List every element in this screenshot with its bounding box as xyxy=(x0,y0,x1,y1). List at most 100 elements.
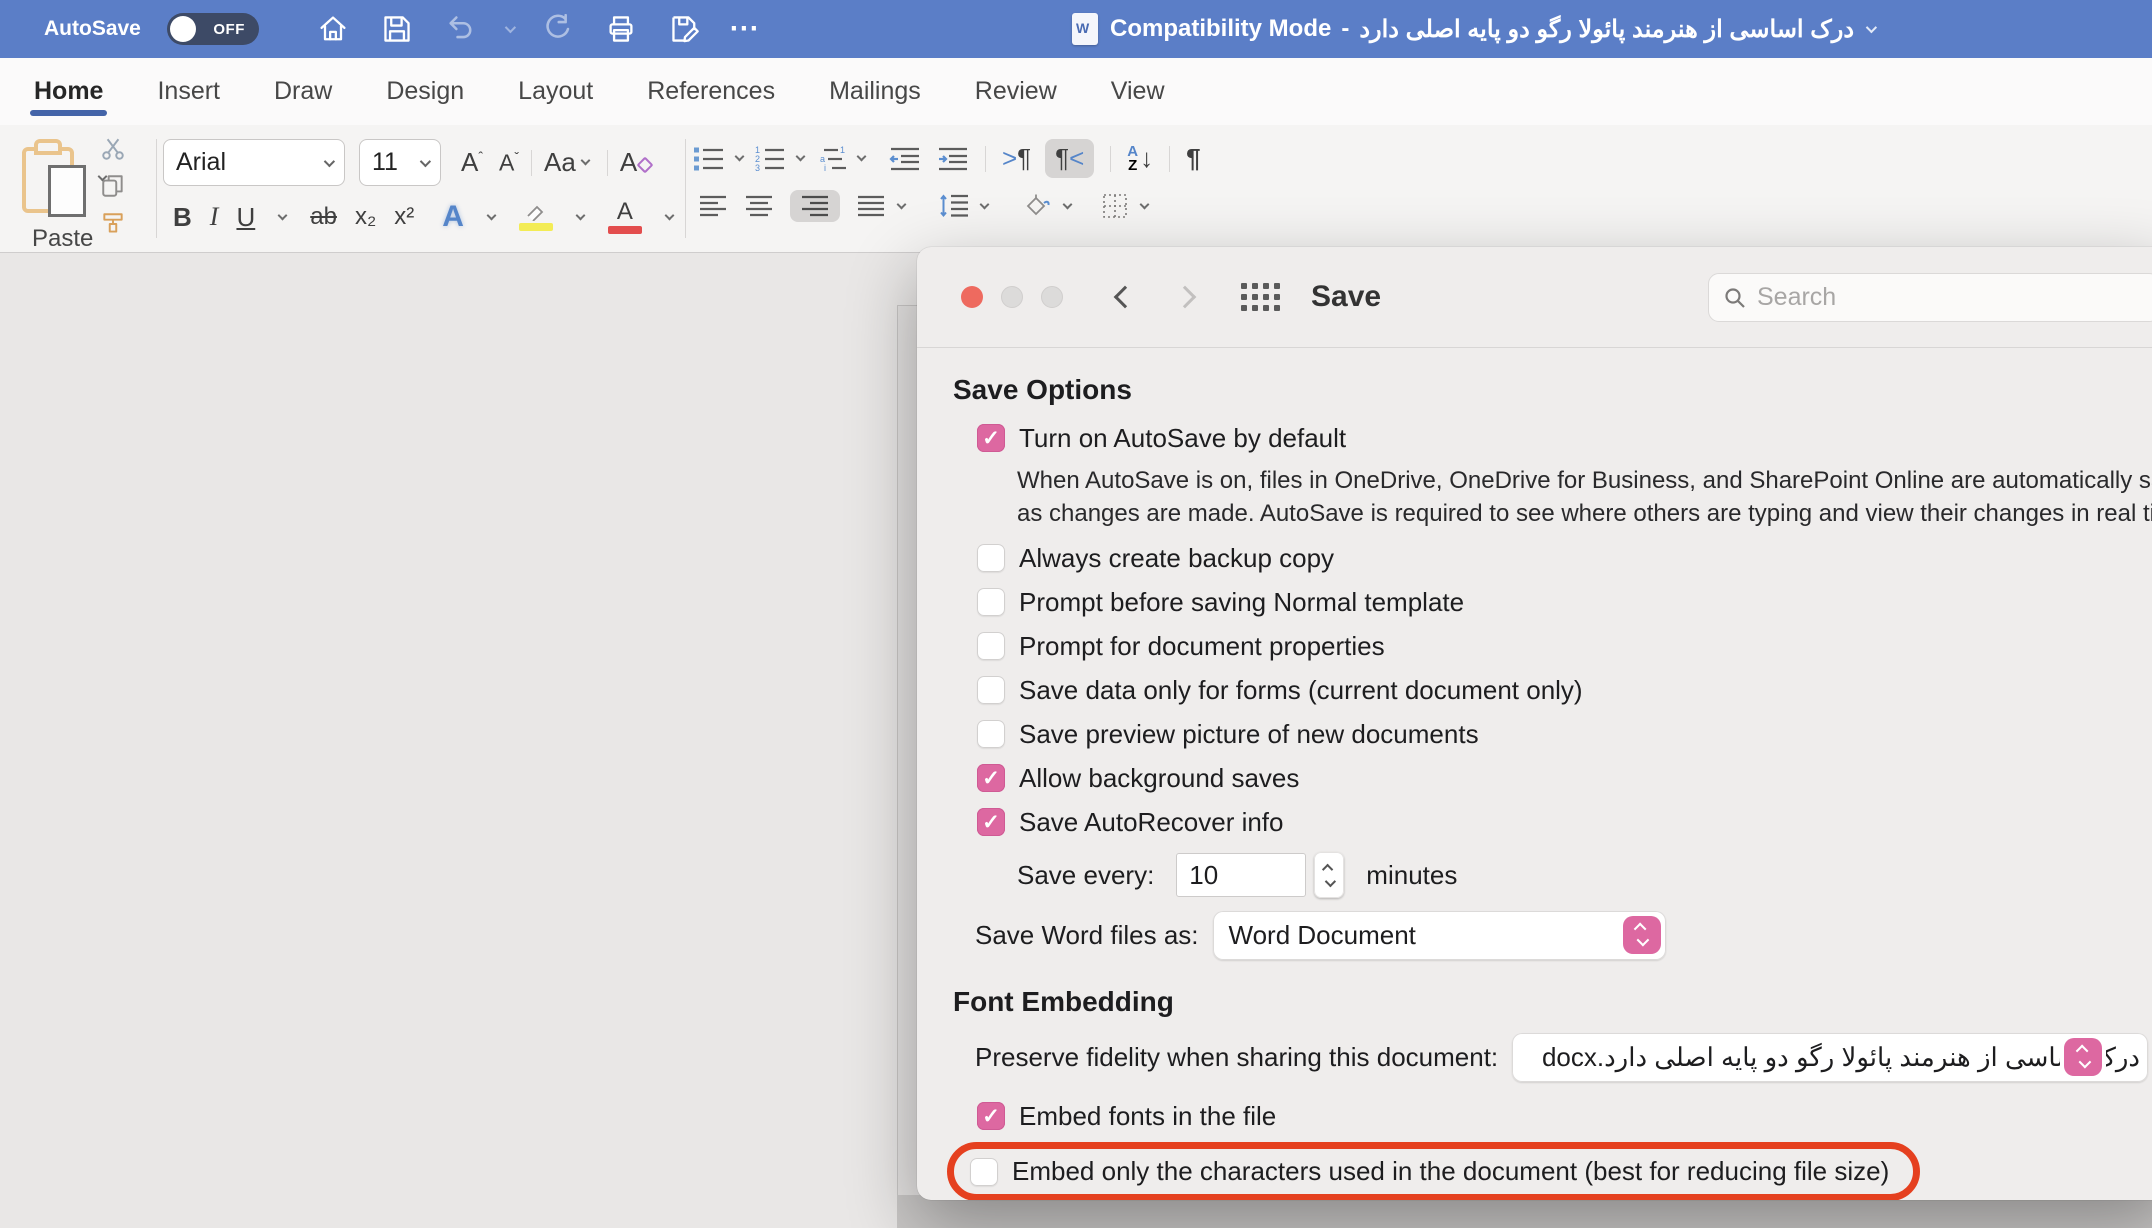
checkbox-backup-copy[interactable] xyxy=(977,544,1005,572)
save-icon[interactable] xyxy=(377,9,417,49)
copy-icon[interactable] xyxy=(100,173,126,199)
tab-mailings[interactable]: Mailings xyxy=(827,63,923,120)
save-every-stepper[interactable] xyxy=(1314,852,1344,898)
subscript-button[interactable]: x₂ xyxy=(355,203,376,231)
font-size-select[interactable]: 11 xyxy=(359,139,441,186)
align-chevron-icon[interactable] xyxy=(896,199,906,209)
shading-chevron-icon[interactable] xyxy=(1062,199,1072,209)
numbered-list-icon[interactable]: 123 xyxy=(753,145,787,173)
italic-button[interactable]: I xyxy=(210,202,219,232)
checkbox-autosave-default[interactable]: ✓ xyxy=(977,424,1005,452)
borders-chevron-icon[interactable] xyxy=(1139,199,1149,209)
save-options-heading: Save Options xyxy=(953,374,2152,406)
underline-button[interactable]: U xyxy=(236,202,255,233)
preserve-fidelity-label: Preserve fidelity when sharing this docu… xyxy=(975,1042,1498,1073)
align-center-icon[interactable] xyxy=(744,194,774,218)
tab-design[interactable]: Design xyxy=(384,63,466,120)
checkbox-save-preview-picture[interactable] xyxy=(977,720,1005,748)
back-button[interactable] xyxy=(1114,286,1137,309)
font-color-button[interactable]: A xyxy=(608,200,642,234)
minimize-window-button[interactable] xyxy=(1001,286,1023,308)
tab-references[interactable]: References xyxy=(645,63,777,120)
checkbox-save-forms-data[interactable] xyxy=(977,676,1005,704)
decrease-indent-icon[interactable] xyxy=(889,146,921,172)
search-field[interactable] xyxy=(1708,273,2152,322)
search-icon xyxy=(1723,286,1747,310)
option-label: Embed only the characters used in the do… xyxy=(1012,1156,1889,1187)
multilevel-list-chevron-icon[interactable] xyxy=(856,152,866,162)
borders-icon[interactable] xyxy=(1101,193,1129,219)
checkbox-background-saves[interactable]: ✓ xyxy=(977,764,1005,792)
save-every-input[interactable]: 10 xyxy=(1176,853,1306,897)
tab-insert[interactable]: Insert xyxy=(155,63,222,120)
tab-draw[interactable]: Draw xyxy=(272,63,334,120)
show-marks-button[interactable]: ¶ xyxy=(1186,143,1200,174)
strikethrough-button[interactable]: ab xyxy=(310,203,337,231)
text-effects-chevron-icon[interactable] xyxy=(486,210,496,220)
align-left-icon[interactable] xyxy=(698,194,728,218)
ltr-paragraph-button[interactable]: >¶ xyxy=(1002,143,1031,174)
checkbox-embed-fonts[interactable]: ✓ xyxy=(977,1102,1005,1130)
save-every-unit: minutes xyxy=(1366,860,1457,891)
font-color-chevron-icon[interactable] xyxy=(664,210,674,220)
sort-button[interactable]: AZ ↓ xyxy=(1127,143,1153,174)
increase-indent-icon[interactable] xyxy=(937,146,969,172)
numbered-list-chevron-icon[interactable] xyxy=(795,152,805,162)
grow-font-button[interactable]: Aˆ xyxy=(461,147,483,178)
home-icon[interactable] xyxy=(313,9,353,49)
shading-bucket-icon[interactable] xyxy=(1022,193,1052,219)
save-as-icon[interactable] xyxy=(665,9,705,49)
show-all-preferences-icon[interactable] xyxy=(1241,283,1281,312)
paragraph-group: 123 1ai >¶ ¶< AZ ↓ xyxy=(692,125,1201,252)
title-chevron-icon[interactable] xyxy=(1866,22,1877,33)
highlight-chevron-icon[interactable] xyxy=(575,210,585,220)
bullet-list-icon[interactable] xyxy=(692,145,726,173)
text-effects-button[interactable]: A xyxy=(442,200,464,234)
line-spacing-chevron-icon[interactable] xyxy=(979,199,989,209)
bold-button[interactable]: B xyxy=(173,202,192,233)
justify-icon[interactable] xyxy=(856,194,886,218)
font-name-value: Arial xyxy=(176,148,226,177)
clear-formatting-button[interactable]: A xyxy=(620,147,651,178)
search-input[interactable] xyxy=(1757,283,2097,312)
close-window-button[interactable] xyxy=(961,286,983,308)
tab-view[interactable]: View xyxy=(1109,63,1167,120)
multilevel-list-icon[interactable]: 1ai xyxy=(814,145,848,173)
print-icon[interactable] xyxy=(601,9,641,49)
checkbox-prompt-normal-template[interactable] xyxy=(977,588,1005,616)
cut-icon[interactable] xyxy=(100,137,126,161)
option-label: Prompt for document properties xyxy=(1019,631,1385,662)
option-row: Always create backup copy xyxy=(917,536,2152,580)
ribbon-toolbar: Paste Arial xyxy=(0,125,2152,253)
tab-review[interactable]: Review xyxy=(973,63,1059,120)
more-commands-icon[interactable]: ⋯ xyxy=(729,24,761,34)
bullet-list-chevron-icon[interactable] xyxy=(734,152,744,162)
format-painter-icon[interactable] xyxy=(100,211,126,237)
change-case-button[interactable]: Aa xyxy=(544,147,576,178)
rtl-paragraph-button[interactable]: ¶< xyxy=(1045,139,1094,178)
highlight-color-button[interactable] xyxy=(519,203,553,231)
autosave-toggle[interactable]: OFF xyxy=(167,13,259,45)
paste-clipboard-icon xyxy=(22,139,88,219)
paste-button[interactable]: Paste xyxy=(22,139,93,253)
tab-layout[interactable]: Layout xyxy=(516,63,595,120)
save-as-dropdown[interactable]: Word Document xyxy=(1213,911,1666,960)
change-case-chevron-icon[interactable] xyxy=(580,156,590,166)
font-name-select[interactable]: Arial xyxy=(163,139,345,186)
undo-chevron-icon xyxy=(505,22,516,33)
underline-chevron-icon[interactable] xyxy=(278,210,288,220)
tab-home[interactable]: Home xyxy=(32,63,105,120)
superscript-button[interactable]: x² xyxy=(394,203,414,231)
option-row: Save data only for forms (current docume… xyxy=(917,668,2152,712)
checkbox-embed-only-used-characters[interactable] xyxy=(970,1158,998,1186)
zoom-window-button[interactable] xyxy=(1041,286,1063,308)
shrink-font-button[interactable]: Aˇ xyxy=(499,149,519,177)
toggle-knob xyxy=(170,16,196,42)
line-spacing-icon[interactable] xyxy=(939,193,969,219)
font-color-swatch xyxy=(608,226,642,234)
preserve-fidelity-dropdown[interactable]: درک اساسی از هنرمند پائولا رگو دو پایه ا… xyxy=(1512,1033,2148,1082)
align-right-icon[interactable] xyxy=(790,190,840,222)
checkbox-autorecover[interactable]: ✓ xyxy=(977,808,1005,836)
checkbox-prompt-doc-properties[interactable] xyxy=(977,632,1005,660)
save-preferences-dialog: Save Save Options ✓ Turn on AutoSave by … xyxy=(917,247,2152,1200)
